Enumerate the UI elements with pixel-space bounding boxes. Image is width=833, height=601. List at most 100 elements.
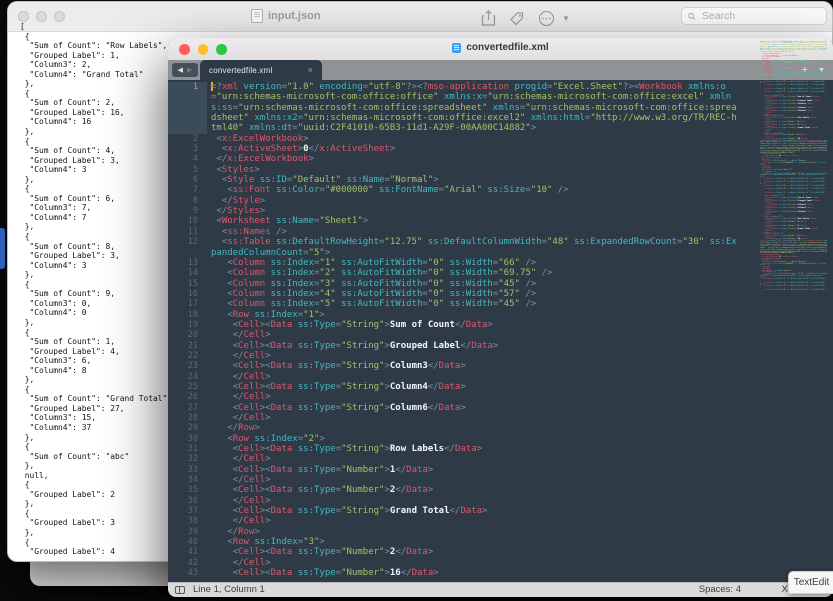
code-line: 18 <Row ss:Index="1"> [168,310,833,320]
line-number: 3 [168,144,207,154]
code-line: 27 <Cell><Data ss:Type="String">Column6<… [168,403,833,413]
app-label-tooltip: TextEdit [788,571,833,594]
code-line: 7 <ss:Font ss:Color="#000000" ss:FontNam… [168,185,833,195]
line-number: 28 [168,413,207,423]
code-line: 28 </Cell> [168,413,833,423]
close-window-button[interactable] [18,11,29,22]
code-line: 13 <Column ss:Index="1" ss:AutoFitWidth=… [168,258,833,268]
code-line: 38 </Cell> [168,516,833,526]
zoom-window-button[interactable] [54,11,65,22]
code-line: 30 <Row ss:Index="2"> [168,434,833,444]
tab-convertedfile-xml[interactable]: convertedfile.xml × [200,60,322,80]
cursor-position: Line 1, Column 1 [193,584,265,595]
indent-setting[interactable]: Spaces: 4 [699,584,741,595]
code-line: 34 </Cell> [168,475,833,485]
code-line: 11 <ss:Names /> [168,227,833,237]
line-number: 25 [168,382,207,392]
panel-toggle-icon[interactable] [175,586,185,594]
line-number: 1 [168,82,207,134]
code-line: 14 <Column ss:Index="2" ss:AutoFitWidth=… [168,268,833,278]
line-number: 34 [168,475,207,485]
code-line: 23 <Cell><Data ss:Type="String">Column3<… [168,361,833,371]
tab-bar: ◀ ▶ convertedfile.xml × + ▼ [168,60,833,80]
editor-window: convertedfile.xml ◀ ▶ convertedfile.xml … [168,38,833,597]
xml-file-icon [452,43,461,53]
line-number: 9 [168,206,207,216]
code-line: 20 </Cell> [168,330,833,340]
desktop-blue-strip [0,228,5,269]
code-line: 1<?xml version="1.0" encoding="utf-8"?><… [168,82,833,134]
line-number: 8 [168,196,207,206]
code-line: 24 </Cell> [168,372,833,382]
code-line: 22 </Cell> [168,351,833,361]
line-number: 42 [168,558,207,568]
minimize-window-button[interactable] [36,11,47,22]
code-line: 2 <x:ExcelWorkbook> [168,134,833,144]
forward-button[interactable]: ▶ [187,66,192,74]
minimap[interactable]: <?xml version="1.0" encoding="utf-8"?><?… [760,40,828,292]
line-number: 30 [168,434,207,444]
code-editor[interactable]: 1<?xml version="1.0" encoding="utf-8"?><… [168,80,833,583]
line-number: 14 [168,268,207,278]
line-number: 11 [168,227,207,237]
line-number: 23 [168,361,207,371]
line-number: 26 [168,392,207,402]
line-number: 15 [168,279,207,289]
line-number: 10 [168,216,207,226]
tab-close-icon[interactable]: × [308,65,313,75]
code-line: 31 <Cell><Data ss:Type="String">Row Labe… [168,444,833,454]
code-line: 35 <Cell><Data ss:Type="Number">2</Data> [168,485,833,495]
window-controls [18,11,65,22]
window-title-group: convertedfile.xml [168,42,833,53]
code-line: 40 <Row ss:Index="3"> [168,537,833,547]
editor-status-bar: Line 1, Column 1 Spaces: 4 XML [168,582,833,597]
code-line: 36 </Cell> [168,496,833,506]
app-label: TextEdit [794,577,830,588]
code-line: 33 <Cell><Data ss:Type="Number">1</Data> [168,465,833,475]
code-line: 4 </x:ExcelWorkbook> [168,154,833,164]
code-line: 39 </Row> [168,527,833,537]
code-line: 6 <Style ss:ID="Default" ss:Name="Normal… [168,175,833,185]
code-line: 21 <Cell><Data ss:Type="String">Grouped … [168,341,833,351]
code-line: 26 </Cell> [168,392,833,402]
line-number: 5 [168,165,207,175]
line-number: 31 [168,444,207,454]
code-line: 37 <Cell><Data ss:Type="String">Grand To… [168,506,833,516]
search-icon [688,12,696,21]
code-line: 29 </Row> [168,423,833,433]
code-line: 3 <x:ActiveSheet>0</x:ActiveSheet> [168,144,833,154]
line-number: 18 [168,310,207,320]
code-line: 42 </Cell> [168,558,833,568]
line-number: 32 [168,454,207,464]
line-number: 41 [168,547,207,557]
document-proxy-icon[interactable] [251,9,263,23]
code-line: 19 <Cell><Data ss:Type="String">Sum of C… [168,320,833,330]
line-number: 6 [168,175,207,185]
line-number: 20 [168,330,207,340]
line-number: 17 [168,299,207,309]
line-number: 24 [168,372,207,382]
line-number: 37 [168,506,207,516]
back-button[interactable]: ◀ [178,66,183,74]
window-title: input.json [268,10,321,22]
code-line: 12 <ss:Table ss:DefaultRowHeight="12.75"… [168,237,833,258]
line-number: 2 [168,134,207,144]
code-line: 25 <Cell><Data ss:Type="String">Column4<… [168,382,833,392]
line-number: 7 [168,185,207,195]
window-title-group: input.json [251,9,321,23]
line-number: 29 [168,423,207,433]
search-input[interactable] [700,9,820,23]
editor-titlebar[interactable]: convertedfile.xml [168,38,833,61]
line-number: 16 [168,289,207,299]
line-number: 35 [168,485,207,495]
code-line: 15 <Column ss:Index="3" ss:AutoFitWidth=… [168,279,833,289]
code-line: 8 </Style> [168,196,833,206]
line-number: 40 [168,537,207,547]
line-number: 22 [168,351,207,361]
code-line: 9 </Styles> [168,206,833,216]
code-line: 41 <Cell><Data ss:Type="Number">2</Data> [168,547,833,557]
tab-label: convertedfile.xml [200,66,272,75]
code-line: 17 <Column ss:Index="5" ss:AutoFitWidth=… [168,299,833,309]
code-line: 5 <Styles> [168,165,833,175]
code-line: 16 <Column ss:Index="4" ss:AutoFitWidth=… [168,289,833,299]
